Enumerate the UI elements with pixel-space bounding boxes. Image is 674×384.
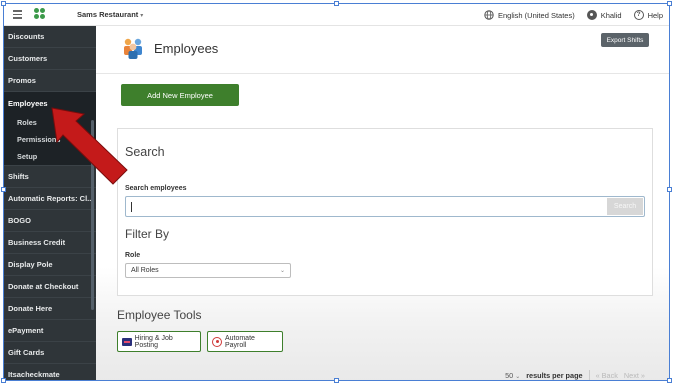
resize-handle[interactable] <box>1 1 6 6</box>
sidebar-item-label: Gift Cards <box>8 348 45 357</box>
sidebar-item-automatic-reports[interactable]: Automatic Reports: Cl... <box>4 188 96 210</box>
sidebar-item-bogo[interactable]: BOGO <box>4 210 96 232</box>
top-bar: Sams Restaurant ▾ English (United States)… <box>4 4 669 26</box>
top-right-menu: English (United States) Khalid ? Help <box>484 8 663 22</box>
sidebar-item-donate-here[interactable]: Donate Here <box>4 298 96 320</box>
sidebar-item-promos[interactable]: Promos <box>4 70 96 92</box>
globe-icon <box>484 10 494 20</box>
resize-handle[interactable] <box>1 378 6 383</box>
hiring-job-posting-button[interactable]: Hiring & Job Posting <box>117 331 201 352</box>
sidebar-subitem-setup[interactable]: Setup <box>4 148 96 166</box>
sidebar-item-label: Employees <box>8 98 48 108</box>
sidebar-item-label: Itsacheckmate <box>8 370 60 379</box>
help-link[interactable]: ? Help <box>633 10 663 20</box>
help-icon: ? <box>633 10 644 20</box>
per-page-select[interactable]: 50 ⌄ <box>505 371 520 380</box>
sidebar-item-label: Setup <box>17 152 38 161</box>
role-label: Role <box>125 252 141 259</box>
sidebar-item-display-pole[interactable]: Display Pole <box>4 254 96 276</box>
per-page-value: 50 <box>505 370 514 380</box>
search-employees-input[interactable] <box>134 200 604 213</box>
sidebar-item-label: Customers <box>8 54 48 63</box>
sidebar-item-label: Automatic Reports: Cl... <box>8 194 94 203</box>
main-content: Employees Export Shifts Add New Employee… <box>96 26 669 381</box>
resize-handle[interactable] <box>667 187 672 192</box>
back-link[interactable]: « Back <box>596 371 618 380</box>
search-heading: Search <box>125 145 165 159</box>
sidebar-item-itsacheckmate[interactable]: Itsacheckmate <box>4 364 96 381</box>
user-menu[interactable]: Khalid <box>586 10 622 20</box>
sidebar-item-discounts[interactable]: Discounts <box>4 26 96 48</box>
next-link[interactable]: Next » <box>624 371 645 380</box>
sidebar-item-label: ePayment <box>8 326 44 335</box>
language-selector[interactable]: English (United States) <box>484 10 575 20</box>
role-select[interactable]: All Roles ⌄ <box>125 263 291 278</box>
page-header: Employees Export Shifts <box>96 26 669 74</box>
chevron-down-icon: ⌄ <box>515 373 521 380</box>
export-shifts-button[interactable]: Export Shifts <box>601 33 649 47</box>
user-name: Khalid <box>600 10 622 20</box>
search-employees-label: Search employees <box>125 185 187 192</box>
sidebar-item-business-credit[interactable]: Business Credit <box>4 232 96 254</box>
search-button[interactable]: Search <box>607 198 643 215</box>
restaurant-selector[interactable]: Sams Restaurant ▾ <box>77 10 143 19</box>
help-label: Help <box>647 10 663 20</box>
resize-handle[interactable] <box>334 378 339 383</box>
role-select-value: All Roles <box>131 267 159 274</box>
sidebar: Discounts Customers Promos Employees Rol… <box>4 26 96 381</box>
sidebar-item-gift-cards[interactable]: Gift Cards <box>4 342 96 364</box>
user-icon <box>586 10 597 20</box>
page-title: Employees <box>154 41 219 56</box>
sidebar-scrollbar[interactable] <box>91 120 94 310</box>
sidebar-subitem-permissions[interactable]: Permissions <box>4 131 96 148</box>
sidebar-item-label: Donate Here <box>8 304 53 313</box>
chevron-down-icon: ⌄ <box>279 268 285 274</box>
resize-handle[interactable] <box>1 187 6 192</box>
sidebar-item-label: Promos <box>8 76 36 85</box>
chevron-down-icon: ▾ <box>140 13 144 19</box>
sidebar-item-label: BOGO <box>8 216 31 225</box>
resize-handle[interactable] <box>334 1 339 6</box>
hamburger-menu-icon[interactable] <box>13 10 22 19</box>
app-logo-icon[interactable] <box>34 8 46 20</box>
sidebar-item-label: Display Pole <box>8 260 53 269</box>
sidebar-item-label: Roles <box>17 118 37 127</box>
payroll-logo-icon <box>212 336 222 347</box>
sidebar-item-shifts[interactable]: Shifts <box>4 166 96 188</box>
hiring-logo-icon <box>122 337 132 346</box>
search-box: Search <box>125 196 645 217</box>
sidebar-item-label: Permissions <box>17 135 61 144</box>
sidebar-item-label: Discounts <box>8 32 45 41</box>
search-panel: Search Search employees Search Filter By… <box>117 128 653 296</box>
sidebar-item-epayment[interactable]: ePayment <box>4 320 96 342</box>
resize-handle[interactable] <box>667 378 672 383</box>
filter-heading: Filter By <box>125 227 170 241</box>
sidebar-item-customers[interactable]: Customers <box>4 48 96 70</box>
resize-handle[interactable] <box>667 1 672 6</box>
text-cursor <box>131 202 132 212</box>
employee-tools-heading: Employee Tools <box>117 308 202 322</box>
payroll-label: Automate Payroll <box>224 334 255 349</box>
language-label: English (United States) <box>498 10 575 20</box>
sidebar-item-employees[interactable]: Employees <box>4 92 96 114</box>
pagination: 50 ⌄ results per page « Back Next » <box>505 370 645 380</box>
add-new-employee-button[interactable]: Add New Employee <box>121 84 239 106</box>
employees-icon <box>124 38 142 59</box>
sidebar-item-label: Business Credit <box>8 238 66 247</box>
sidebar-item-label: Shifts <box>8 172 29 181</box>
per-page-label: results per page <box>526 370 583 380</box>
restaurant-name: Sams Restaurant <box>77 10 139 19</box>
hiring-label: Hiring & Job Posting <box>134 334 173 349</box>
sidebar-item-donate-at-checkout[interactable]: Donate at Checkout <box>4 276 96 298</box>
divider <box>588 370 590 380</box>
sidebar-item-label: Donate at Checkout <box>8 282 79 291</box>
sidebar-subitem-roles[interactable]: Roles <box>4 114 96 131</box>
automate-payroll-button[interactable]: Automate Payroll <box>207 331 283 352</box>
